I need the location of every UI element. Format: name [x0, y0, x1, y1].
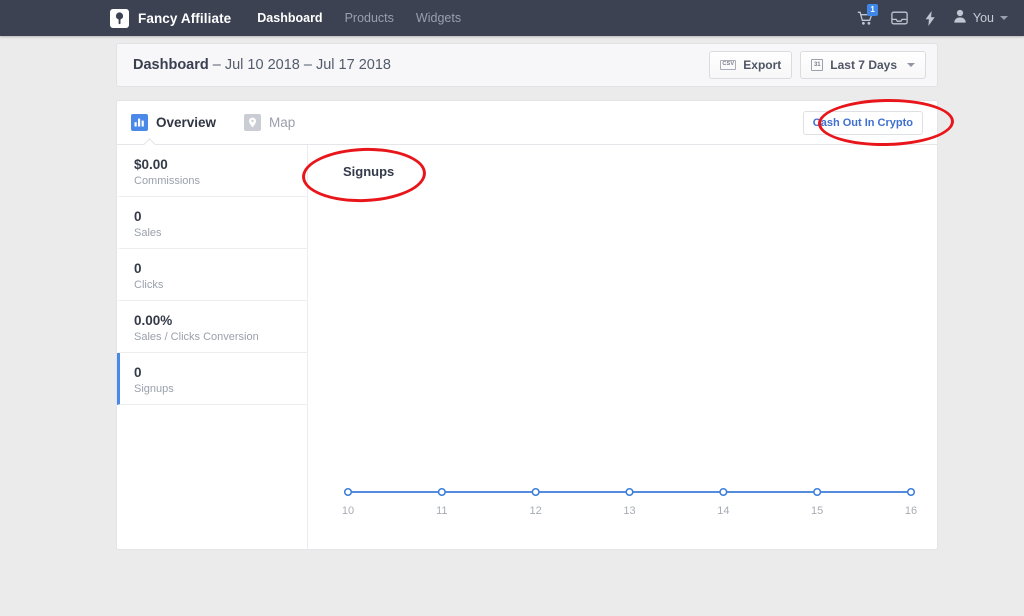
- metric-commissions[interactable]: $0.00 Commissions: [117, 145, 307, 197]
- page-title-range: – Jul 10 2018 – Jul 17 2018: [208, 57, 391, 73]
- user-menu[interactable]: You: [953, 9, 1008, 28]
- x-axis-tick-label: 13: [623, 505, 635, 517]
- page-title: Dashboard – Jul 10 2018 – Jul 17 2018: [133, 57, 391, 73]
- metric-value: 0: [134, 261, 142, 276]
- x-axis-tick-label: 16: [905, 505, 917, 517]
- metric-label: Sales / Clicks Conversion: [134, 331, 259, 344]
- nav-link-products[interactable]: Products: [345, 11, 394, 25]
- chart-canvas: 10 11 12 13 14 15 16: [342, 487, 917, 517]
- chart-point[interactable]: [719, 487, 728, 497]
- x-axis-tick-label: 12: [530, 505, 542, 517]
- dashboard-card: Overview Map Cash Out In Crypto $0.00 Co…: [116, 100, 938, 550]
- cart-badge: 1: [866, 3, 879, 16]
- navbar-right: 1 You: [857, 3, 1008, 28]
- tab-overview-label: Overview: [156, 115, 217, 130]
- page-title-bold: Dashboard: [133, 57, 209, 73]
- metric-value: 0: [134, 209, 142, 224]
- inbox-icon[interactable]: [891, 11, 908, 25]
- metrics-list: $0.00 Commissions 0 Sales 0 Clicks 0.00%…: [117, 145, 308, 550]
- signups-chart: Signups 10 11 12 13 14 15 16: [308, 145, 937, 550]
- card-body: $0.00 Commissions 0 Sales 0 Clicks 0.00%…: [117, 145, 937, 550]
- top-navbar: Fancy Affiliate Dashboard Products Widge…: [0, 0, 1024, 36]
- person-icon: [953, 9, 967, 28]
- x-axis-tick-label: 15: [811, 505, 823, 517]
- tabbar: Overview Map Cash Out In Crypto: [117, 101, 937, 151]
- brand-name: Fancy Affiliate: [138, 10, 232, 26]
- metric-label: Commissions: [134, 175, 201, 188]
- chevron-down-icon: [1000, 16, 1008, 20]
- user-label: You: [972, 11, 994, 25]
- metric-value: 0: [134, 365, 142, 380]
- metric-label: Clicks: [134, 279, 164, 292]
- metric-clicks[interactable]: 0 Clicks: [117, 249, 307, 301]
- export-button[interactable]: CSV Export: [709, 51, 793, 79]
- brand[interactable]: Fancy Affiliate: [110, 8, 232, 28]
- bar-chart-icon: [131, 114, 148, 131]
- chart-point[interactable]: [531, 487, 540, 497]
- shopping-cart-icon[interactable]: 1: [857, 3, 879, 26]
- x-axis-tick-label: 14: [717, 505, 729, 517]
- x-axis-tick-label: 11: [436, 505, 447, 517]
- x-axis-tick-label: 10: [342, 505, 354, 517]
- lightning-bolt-icon[interactable]: [925, 10, 936, 26]
- chart-point[interactable]: [625, 487, 634, 497]
- dashboard-header: Dashboard – Jul 10 2018 – Jul 17 2018 CS…: [116, 43, 938, 87]
- tab-overview[interactable]: Overview: [131, 101, 217, 151]
- metric-value: 0.00%: [134, 313, 173, 328]
- metric-label: Signups: [134, 383, 174, 396]
- map-pin-icon: [244, 114, 262, 131]
- export-button-label: Export: [743, 58, 782, 72]
- header-actions: CSV Export 31 Last 7 Days: [709, 51, 926, 79]
- nav-link-dashboard[interactable]: Dashboard: [257, 11, 322, 25]
- chart-point[interactable]: [906, 487, 916, 497]
- chart-point[interactable]: [813, 487, 822, 497]
- tab-map[interactable]: Map: [244, 101, 295, 144]
- csv-icon: CSV: [720, 59, 737, 71]
- metric-signups[interactable]: 0 Signups: [117, 353, 307, 405]
- cash-out-in-crypto-button[interactable]: Cash Out In Crypto: [802, 110, 923, 135]
- metric-value: $0.00: [134, 157, 168, 172]
- chart-point[interactable]: [437, 487, 446, 497]
- crypto-button-wrap: Cash Out In Crypto: [802, 110, 923, 135]
- nav-link-widgets[interactable]: Widgets: [416, 11, 461, 25]
- pin-logo-icon: [110, 8, 129, 28]
- date-range-label: Last 7 Days: [830, 58, 897, 72]
- nav-links: Dashboard Products Widgets: [257, 11, 461, 25]
- tab-map-label: Map: [269, 115, 296, 130]
- metric-label: Sales: [134, 227, 162, 240]
- date-range-button[interactable]: 31 Last 7 Days: [800, 51, 926, 79]
- calendar-icon: 31: [811, 59, 824, 71]
- chevron-down-icon: [907, 63, 915, 67]
- metric-conversion[interactable]: 0.00% Sales / Clicks Conversion: [117, 301, 307, 353]
- chart-point[interactable]: [343, 487, 353, 497]
- metric-sales[interactable]: 0 Sales: [117, 197, 307, 249]
